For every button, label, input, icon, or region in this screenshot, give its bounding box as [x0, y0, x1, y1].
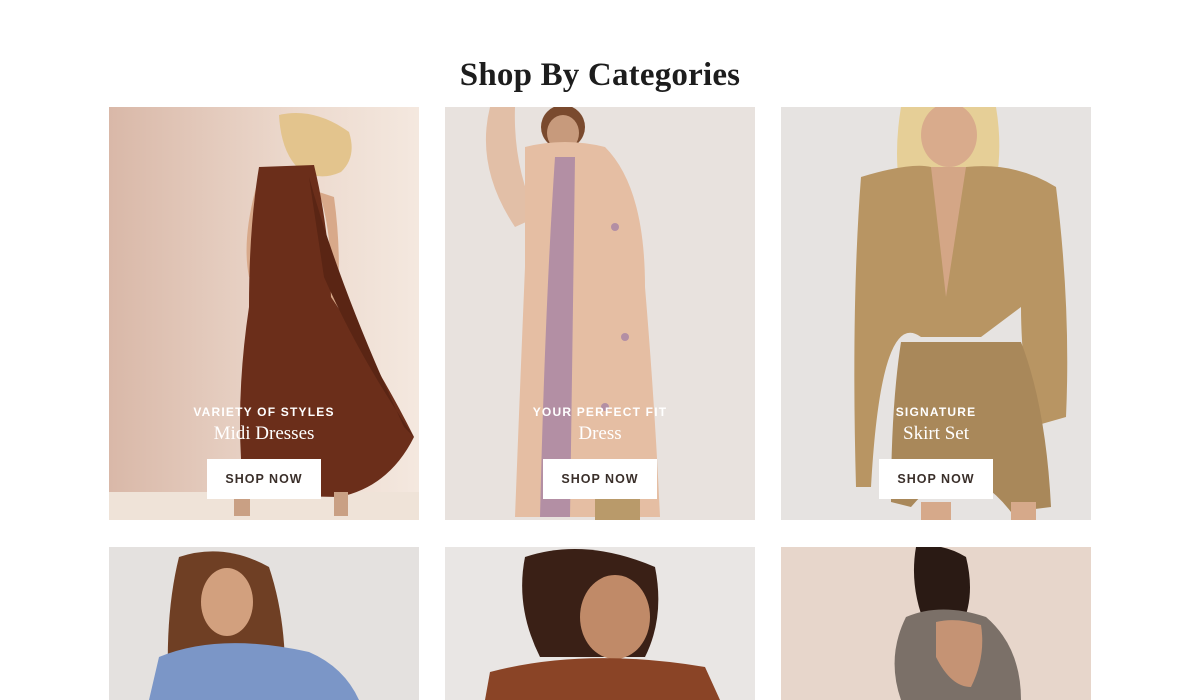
category-card-sweater[interactable] [109, 547, 419, 700]
shop-now-button[interactable]: SHOP NOW [543, 459, 657, 499]
backless-photo [781, 547, 1091, 700]
card-title: Midi Dresses [213, 423, 315, 444]
category-card-top[interactable] [445, 547, 755, 700]
card-title: Skirt Set [903, 423, 969, 444]
card-title: Dress [578, 423, 622, 444]
card-eyebrow: VARIETY OF STYLES [193, 405, 335, 419]
shop-now-button[interactable]: SHOP NOW [207, 459, 321, 499]
card-eyebrow: SIGNATURE [895, 405, 977, 419]
category-card-dress[interactable]: YOUR PERFECT FIT Dress SHOP NOW [445, 107, 755, 520]
category-card-skirt-set[interactable]: SIGNATURE Skirt Set SHOP NOW [781, 107, 1091, 520]
top-photo [445, 547, 755, 700]
category-card-backless[interactable] [781, 547, 1091, 700]
shop-now-button[interactable]: SHOP NOW [879, 459, 993, 499]
category-card-midi-dresses[interactable]: VARIETY OF STYLES Midi Dresses SHOP NOW [109, 107, 419, 520]
section-title: Shop By Categories [459, 57, 741, 94]
sweater-photo [109, 547, 419, 700]
card-eyebrow: YOUR PERFECT FIT [532, 405, 668, 419]
